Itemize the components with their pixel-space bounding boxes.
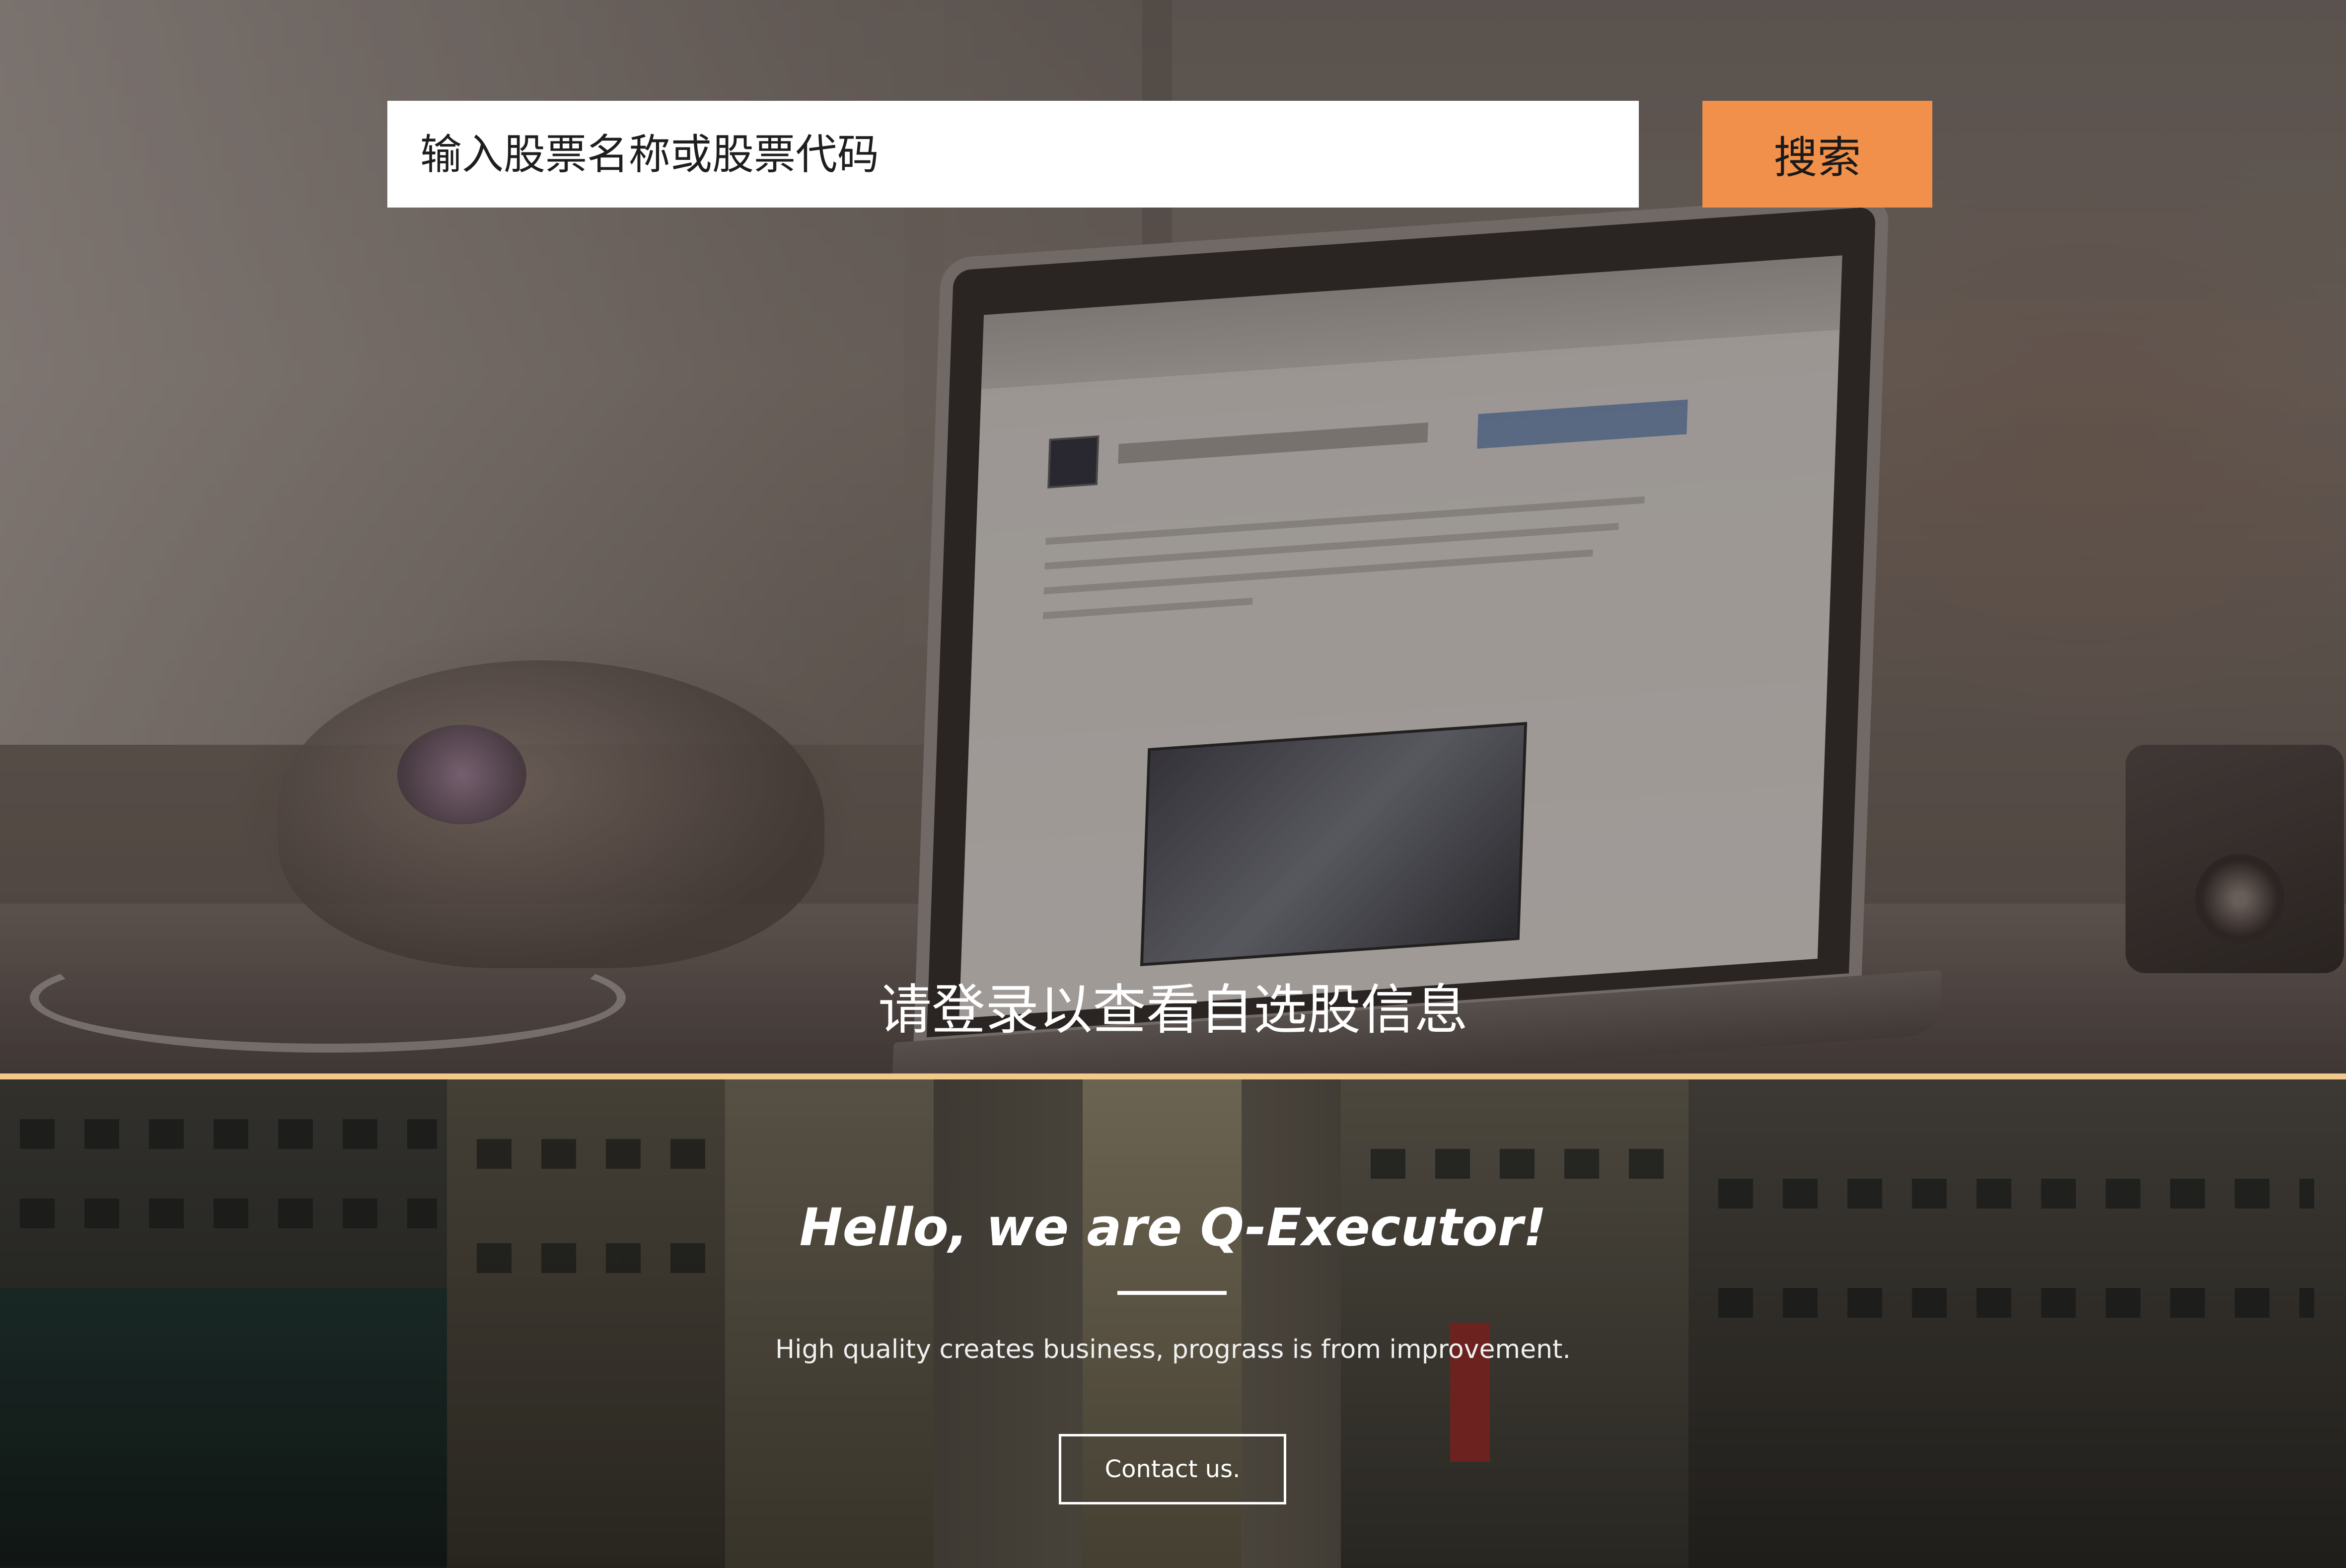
section-divider (0, 1073, 2346, 1079)
login-prompt: 请登录以查看自选股信息 (878, 979, 1468, 1041)
search-button[interactable]: 搜索 (1702, 101, 1932, 208)
hero-title: Hello, we are Q-Executor! (799, 1197, 1547, 1258)
stock-search-input[interactable] (387, 101, 1639, 208)
contact-us-button[interactable]: Contact us. (1059, 1434, 1286, 1504)
hero-subtitle: High quality creates business, prograss … (775, 1335, 1571, 1364)
hero-divider-line (1117, 1291, 1227, 1295)
